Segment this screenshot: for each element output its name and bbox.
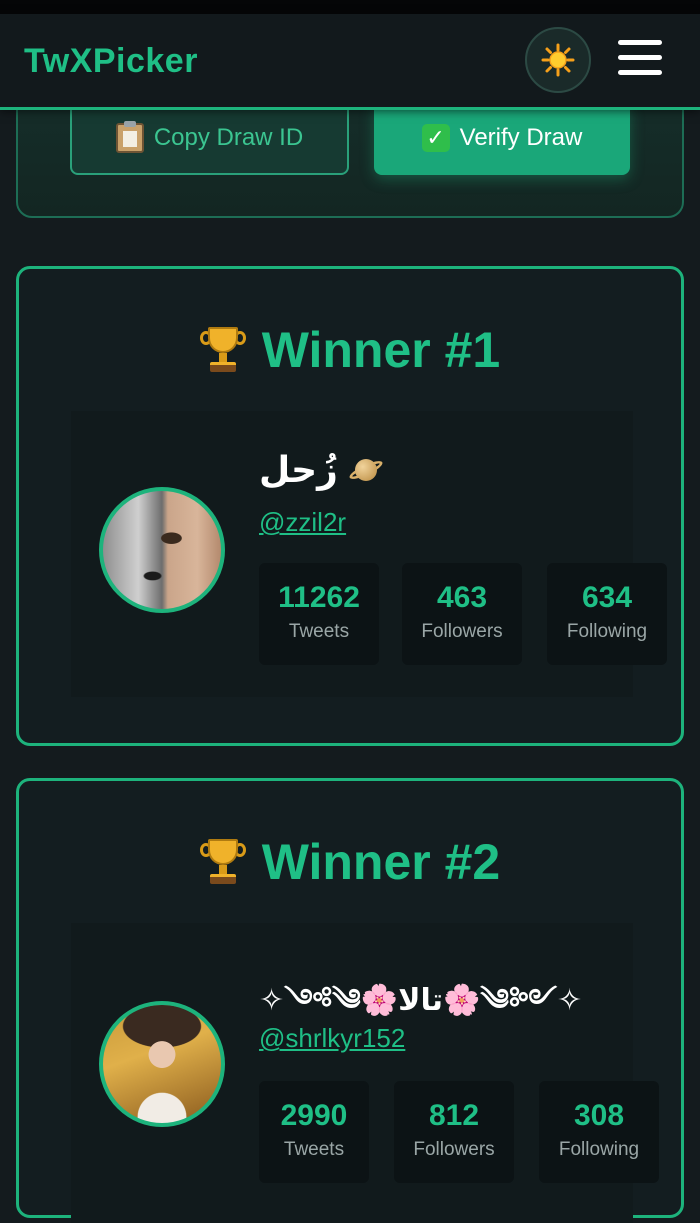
menu-bar-line xyxy=(618,70,662,75)
winner-handle-link[interactable]: @zzil2r xyxy=(259,507,346,538)
winner-card: Winner #1 زُحل @zzil2r 11262 Tweets 463 … xyxy=(16,266,684,746)
winner-card: Winner #2 ✧༺༄🌸تالا🌸༄༻✧ @shrlkyr152 2990 … xyxy=(16,778,684,1223)
status-bar xyxy=(0,0,700,14)
brand-logo[interactable]: TwXPicker xyxy=(24,42,198,81)
stat-label: Tweets xyxy=(283,1139,345,1160)
stat-label: Followers xyxy=(413,1139,495,1160)
copy-draw-id-label: Copy Draw ID xyxy=(153,123,304,151)
sun-icon xyxy=(541,43,575,77)
stat-label: Tweets xyxy=(288,621,350,642)
winner-title: Winner #1 xyxy=(19,321,681,379)
winner-handle-link[interactable]: @shrlkyr152 xyxy=(259,1023,405,1054)
stat-value: 463 xyxy=(436,581,488,614)
winner-title: Winner #2 xyxy=(19,833,681,891)
check-mark-icon: ✓ xyxy=(421,123,450,152)
stat-label: Following xyxy=(558,1139,640,1160)
stat-followers: 463 Followers xyxy=(402,563,522,665)
avatar[interactable] xyxy=(99,487,225,613)
top-navbar: TwXPicker xyxy=(0,14,700,110)
stat-value: 812 xyxy=(428,1099,480,1132)
stat-followers: 812 Followers xyxy=(394,1081,514,1183)
copy-draw-id-button[interactable]: Copy Draw ID xyxy=(70,100,349,175)
trophy-icon xyxy=(199,837,246,887)
stat-tweets: 11262 Tweets xyxy=(259,563,379,665)
winner-profile-panel: ✧༺༄🌸تالا🌸༄༻✧ @shrlkyr152 2990 Tweets 812… xyxy=(71,923,659,1223)
clipboard-icon xyxy=(115,120,144,153)
stat-value: 308 xyxy=(573,1099,625,1132)
winner-display-name: زُحل xyxy=(259,449,385,491)
stat-value: 11262 xyxy=(278,581,360,614)
theme-toggle-button[interactable] xyxy=(525,27,591,93)
menu-bar-line xyxy=(618,55,662,60)
stat-label: Following xyxy=(566,621,648,642)
display-name-text: زُحل xyxy=(259,449,338,490)
verify-draw-button[interactable]: ✓ Verify Draw xyxy=(374,100,630,175)
winner-profile-panel: زُحل @zzil2r 11262 Tweets 463 Followers … xyxy=(71,411,667,697)
stat-tweets: 2990 Tweets xyxy=(259,1081,369,1183)
stat-label: Followers xyxy=(421,621,503,642)
stat-value: 2990 xyxy=(280,1099,348,1132)
trophy-icon xyxy=(199,325,246,375)
winner-title-text: Winner #1 xyxy=(261,322,501,378)
verify-draw-label: Verify Draw xyxy=(459,123,583,151)
stat-value: 634 xyxy=(581,581,633,614)
stat-following: 634 Following xyxy=(547,563,667,665)
winner-title-text: Winner #2 xyxy=(261,834,501,890)
avatar[interactable] xyxy=(99,1001,225,1127)
hamburger-menu-button[interactable] xyxy=(618,40,662,76)
menu-bar-line xyxy=(618,40,662,45)
stat-following: 308 Following xyxy=(539,1081,659,1183)
ringed-planet-icon xyxy=(347,452,385,488)
